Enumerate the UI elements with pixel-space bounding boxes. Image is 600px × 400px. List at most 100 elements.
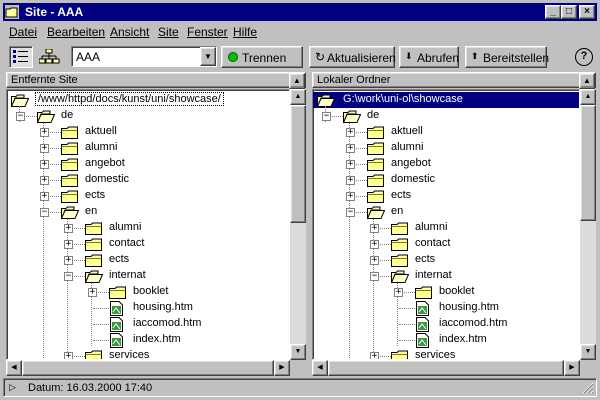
expand-icon[interactable]: + <box>346 192 355 201</box>
scroll-right-icon[interactable]: ▶ <box>564 360 580 376</box>
collapse-icon[interactable]: − <box>40 208 49 217</box>
collapse-up-icon[interactable]: ▲ <box>289 73 305 89</box>
scroll-right-icon[interactable]: ▶ <box>274 360 290 376</box>
folder-item[interactable]: − internat <box>313 268 579 284</box>
folder-item[interactable]: − internat <box>7 268 289 284</box>
folder-item[interactable]: + booklet <box>7 284 289 300</box>
expand-triangle-icon[interactable]: ▷ <box>9 382 16 393</box>
maximize-button[interactable]: □ <box>561 5 577 19</box>
resize-grip-icon[interactable] <box>582 382 594 394</box>
file-item[interactable]: iaccomod.htm <box>7 316 289 332</box>
folder-item[interactable]: + alumni <box>7 140 289 156</box>
remote-vertical-scrollbar[interactable]: ▲ ▼ <box>290 89 306 360</box>
scroll-left-icon[interactable]: ◀ <box>6 360 22 376</box>
file-item[interactable]: housing.htm <box>7 300 289 316</box>
close-button[interactable]: × <box>579 5 595 19</box>
local-vertical-scrollbar[interactable]: ▲ ▼ <box>580 89 596 360</box>
menu-hilfe[interactable]: Hilfe <box>233 25 257 39</box>
scroll-thumb[interactable] <box>328 360 564 376</box>
menu-bearbeiten[interactable]: Bearbeiten <box>47 25 105 39</box>
folder-item[interactable]: + ects <box>313 252 579 268</box>
scroll-thumb[interactable] <box>22 360 274 376</box>
collapse-icon[interactable]: − <box>346 208 355 217</box>
folder-item[interactable]: + alumni <box>7 220 289 236</box>
folder-item[interactable]: + contact <box>7 236 289 252</box>
folder-item[interactable]: + ects <box>7 188 289 204</box>
expand-icon[interactable]: + <box>370 224 379 233</box>
sitemap-view-button[interactable] <box>36 46 64 68</box>
remote-pane-header[interactable]: Entfernte Site ▲ <box>6 72 306 89</box>
scroll-thumb[interactable] <box>580 105 596 221</box>
local-pane-header[interactable]: Lokaler Ordner ▲ <box>312 72 596 89</box>
expand-icon[interactable]: + <box>64 240 73 249</box>
folder-item[interactable]: + alumni <box>313 140 579 156</box>
disconnect-button[interactable]: Trennen <box>221 46 303 68</box>
expand-icon[interactable]: + <box>346 176 355 185</box>
menu-ansicht[interactable]: Ansicht <box>110 25 149 39</box>
scroll-left-icon[interactable]: ◀ <box>312 360 328 376</box>
collapse-up-icon[interactable]: ▲ <box>579 73 595 89</box>
expand-icon[interactable]: + <box>370 256 379 265</box>
scroll-thumb[interactable] <box>290 105 306 223</box>
file-item[interactable]: index.htm <box>313 332 579 348</box>
get-button[interactable]: ⬇ Abrufen <box>399 46 459 68</box>
folder-item[interactable]: + ects <box>7 252 289 268</box>
folder-item[interactable]: + angebot <box>7 156 289 172</box>
menu-fenster[interactable]: Fenster <box>187 25 228 39</box>
expand-icon[interactable]: + <box>64 352 73 359</box>
expand-icon[interactable]: + <box>40 160 49 169</box>
folder-item[interactable]: − en <box>313 204 579 220</box>
folder-item[interactable]: + aktuell <box>313 124 579 140</box>
expand-icon[interactable]: + <box>88 288 97 297</box>
expand-icon[interactable]: + <box>394 288 403 297</box>
folder-item[interactable]: − de <box>7 108 289 124</box>
remote-horizontal-scrollbar[interactable]: ◀ ▶ <box>6 360 290 376</box>
folder-item[interactable]: + domestic <box>7 172 289 188</box>
menu-site[interactable]: Site <box>158 25 179 39</box>
scroll-up-icon[interactable]: ▲ <box>580 89 596 105</box>
file-item[interactable]: index.htm <box>7 332 289 348</box>
collapse-icon[interactable]: − <box>370 272 379 281</box>
folder-item[interactable]: + angebot <box>313 156 579 172</box>
chevron-down-icon[interactable]: ▼ <box>200 47 216 66</box>
folder-item[interactable]: + aktuell <box>7 124 289 140</box>
folder-item[interactable]: − en <box>7 204 289 220</box>
folder-item[interactable]: + services <box>7 348 289 359</box>
remote-tree[interactable]: /www/httpd/docs/kunst/uni/showcase/− de + a… <box>6 89 290 360</box>
expand-icon[interactable]: + <box>40 192 49 201</box>
folder-item[interactable]: + services <box>313 348 579 359</box>
expand-icon[interactable]: + <box>40 176 49 185</box>
folder-item[interactable]: − de <box>313 108 579 124</box>
site-select[interactable]: AAA ▼ <box>71 46 217 67</box>
folder-item[interactable]: + domestic <box>313 172 579 188</box>
collapse-icon[interactable]: − <box>16 112 25 121</box>
expand-icon[interactable]: + <box>346 128 355 137</box>
list-view-button[interactable] <box>9 46 33 68</box>
local-tree[interactable]: G:\work\uni-ol\showcase − de + aktuell + alumn… <box>312 89 580 360</box>
put-button[interactable]: ⬆ Bereitstellen <box>465 46 549 68</box>
folder-item[interactable]: + booklet <box>313 284 579 300</box>
expand-icon[interactable]: + <box>370 352 379 359</box>
expand-icon[interactable]: + <box>346 144 355 153</box>
collapse-icon[interactable]: − <box>64 272 73 281</box>
folder-item[interactable]: + contact <box>313 236 579 252</box>
scroll-up-icon[interactable]: ▲ <box>290 89 306 105</box>
title-bar[interactable]: Site - AAA _ □ × <box>3 3 597 21</box>
expand-icon[interactable]: + <box>40 128 49 137</box>
help-button[interactable]: ? <box>575 48 593 66</box>
file-item[interactable]: iaccomod.htm <box>313 316 579 332</box>
expand-icon[interactable]: + <box>64 256 73 265</box>
scroll-down-icon[interactable]: ▼ <box>290 344 306 360</box>
menu-datei[interactable]: Datei <box>9 25 37 39</box>
folder-item[interactable]: + alumni <box>313 220 579 236</box>
collapse-icon[interactable]: − <box>322 112 331 121</box>
app-icon[interactable] <box>5 5 19 19</box>
refresh-button[interactable]: ↻ Aktualisieren <box>309 46 396 68</box>
expand-icon[interactable]: + <box>40 144 49 153</box>
file-item[interactable]: housing.htm <box>313 300 579 316</box>
local-horizontal-scrollbar[interactable]: ◀ ▶ <box>312 360 580 376</box>
tree-root[interactable]: /www/httpd/docs/kunst/uni/showcase/ <box>7 92 289 108</box>
expand-icon[interactable]: + <box>64 224 73 233</box>
expand-icon[interactable]: + <box>370 240 379 249</box>
expand-icon[interactable]: + <box>346 160 355 169</box>
